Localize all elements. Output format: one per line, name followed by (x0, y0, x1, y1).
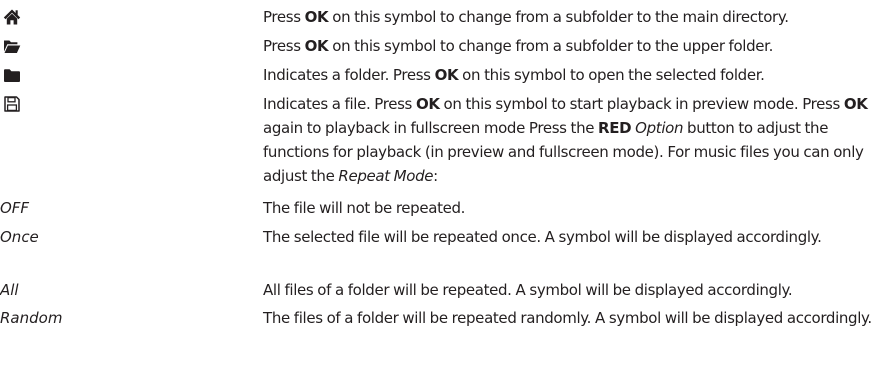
repeat-mode-description: The files of a folder will be repeated r… (263, 309, 872, 327)
repeat-mode-term: Random (0, 309, 63, 327)
home-symbol-description: Press OK on this symbol to change from a… (263, 8, 789, 26)
repeat-mode-description: All files of a folder will be repeated. … (263, 281, 793, 299)
home-icon (3, 9, 21, 25)
repeat-mode-description: The selected file will be repeated once.… (263, 228, 822, 246)
repeat-mode-term: OFF (0, 199, 30, 217)
repeat-mode-term: Once (0, 228, 39, 246)
save-file-icon (4, 96, 20, 112)
folder-open-symbol-description: Press OK on this symbol to change from a… (263, 37, 774, 55)
repeat-mode-term: All (0, 281, 19, 299)
folder-icon (4, 69, 20, 82)
file-symbol-description: Indicates a file. Press OK on this symbo… (263, 95, 868, 185)
folder-open-icon (4, 40, 21, 53)
folder-symbol-description: Indicates a folder. Press OK on this sym… (263, 66, 765, 84)
repeat-mode-description: The file will not be repeated. (263, 199, 466, 217)
